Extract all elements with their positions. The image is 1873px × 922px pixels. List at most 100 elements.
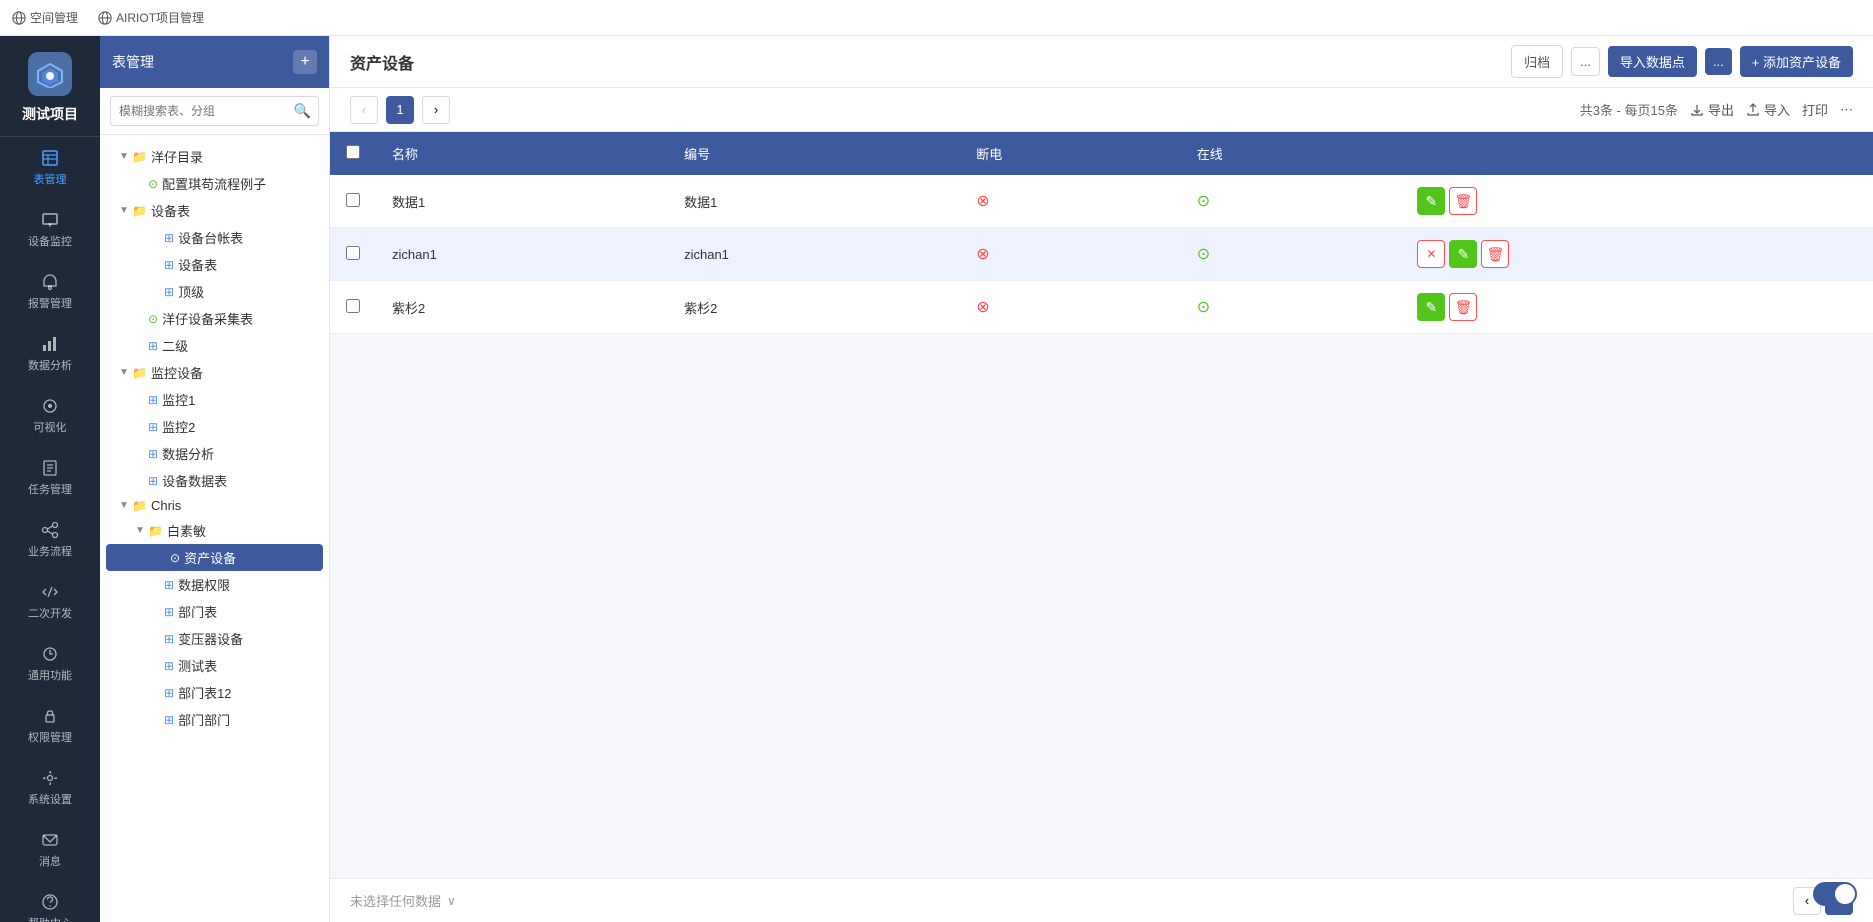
- space-management-label: 空间管理: [30, 9, 78, 26]
- power-off-icon: ⊗: [976, 191, 989, 211]
- left-nav: 测试项目 表管理 设备监控 报警管: [0, 36, 100, 922]
- nav-item-data-analysis[interactable]: 数据分析: [0, 323, 100, 385]
- nav-item-visual[interactable]: 可视化: [0, 385, 100, 447]
- delete-button[interactable]: 🗑: [1481, 240, 1509, 268]
- edit-button[interactable]: ✎: [1449, 240, 1477, 268]
- nav-item-alarm[interactable]: 报警管理: [0, 261, 100, 323]
- tree-item-monitor2[interactable]: ⊞ 监控2: [100, 413, 329, 440]
- nav-item-dev2[interactable]: 二次开发: [0, 571, 100, 633]
- toolbar-right: 共3条 - 每页15条 导出 导入: [1580, 100, 1853, 119]
- nav-item-task[interactable]: 任务管理: [0, 447, 100, 509]
- tree-label: 变压器设备: [178, 629, 321, 648]
- print-button[interactable]: 打印: [1802, 100, 1828, 119]
- nav-permissions-label: 权限管理: [28, 729, 72, 745]
- tree-item-dept-table12[interactable]: ⊞ 部门表12: [100, 679, 329, 706]
- add-asset-button[interactable]: + 添加资产设备: [1740, 46, 1853, 77]
- export-button[interactable]: 导出: [1690, 100, 1734, 119]
- tree-item-test-table[interactable]: ⊞ 测试表: [100, 652, 329, 679]
- tree-toggle[interactable]: ▼: [116, 367, 132, 378]
- system-nav-icon: [41, 769, 59, 787]
- sidebar-search-input[interactable]: [110, 96, 319, 126]
- delete-button[interactable]: 🗑: [1449, 187, 1477, 215]
- nav-item-general[interactable]: 通用功能: [0, 633, 100, 695]
- archive-button[interactable]: 归档: [1511, 45, 1563, 78]
- nav-item-help[interactable]: 帮助中心: [0, 881, 100, 922]
- delete-button[interactable]: 🗑: [1449, 293, 1477, 321]
- project-name: 测试项目: [22, 104, 78, 124]
- prev-page-button[interactable]: ‹: [350, 96, 378, 124]
- tree-item-baisumi[interactable]: ▼ 📁 白素敏: [100, 517, 329, 544]
- select-all-checkbox[interactable]: [346, 145, 360, 159]
- tree-item-monitor-devices[interactable]: ▼ 📁 监控设备: [100, 359, 329, 386]
- tree-item-yangzai-collect[interactable]: ⊙ 洋仔设备采集表: [100, 305, 329, 332]
- tree-item-config-example[interactable]: ⊙ 配置琪苟流程例子: [100, 170, 329, 197]
- tree-label: 白素敏: [167, 521, 321, 540]
- col-header-name: 名称: [376, 132, 668, 175]
- row-checkbox-cell[interactable]: [330, 281, 376, 334]
- tree-toggle[interactable]: ▼: [116, 151, 132, 162]
- table-row: zichan1 zichan1 ⊗ ⊙ ✕ ✎ 🗑: [330, 228, 1873, 281]
- row-actions: ✎ 🗑: [1401, 175, 1873, 228]
- tree-item-asset-device[interactable]: ⊙ 资产设备: [106, 544, 323, 571]
- import-button[interactable]: 导入: [1746, 100, 1790, 119]
- edit-button[interactable]: ✎: [1417, 187, 1445, 215]
- content-toolbar: ‹ 1 › 共3条 - 每页15条 导出: [330, 88, 1873, 132]
- table-wrap: 名称 编号 断电 在线 数据1 数据1: [330, 132, 1873, 878]
- action-buttons: ✎ 🗑: [1417, 187, 1857, 215]
- row-checkbox[interactable]: [346, 193, 360, 207]
- table-icon: ⊞: [148, 393, 158, 407]
- row-checkbox[interactable]: [346, 246, 360, 260]
- alarm-nav-icon: [41, 273, 59, 291]
- space-management-link[interactable]: 空间管理: [12, 9, 78, 26]
- tree-item-device-account[interactable]: ⊞ 设备台帐表: [100, 224, 329, 251]
- edit-button[interactable]: ✎: [1417, 293, 1445, 321]
- archive-more-button[interactable]: ...: [1571, 47, 1600, 76]
- tree-label: 设备表: [178, 255, 321, 274]
- tree-item-transformer-device[interactable]: ⊞ 变压器设备: [100, 625, 329, 652]
- cancel-button[interactable]: ✕: [1417, 240, 1445, 268]
- tree-item-device-tables[interactable]: ▼ 📁 设备表: [100, 197, 329, 224]
- nav-item-message[interactable]: 消息: [0, 819, 100, 881]
- current-page-button[interactable]: 1: [386, 96, 414, 124]
- import-more-button[interactable]: ...: [1705, 48, 1732, 75]
- tree-toggle[interactable]: ▼: [116, 500, 132, 511]
- nav-item-system[interactable]: 系统设置: [0, 757, 100, 819]
- tree-label: 监控设备: [151, 363, 321, 382]
- nav-item-workflow[interactable]: 业务流程: [0, 509, 100, 571]
- tree-item-dept-dept[interactable]: ⊞ 部门部门: [100, 706, 329, 733]
- bottom-select[interactable]: 未选择任何数据 ∨: [350, 891, 456, 910]
- tree-item-device-data-table[interactable]: ⊞ 设备数据表: [100, 467, 329, 494]
- tree-item-yangzai[interactable]: ▼ 📁 洋仔目录: [100, 143, 329, 170]
- row-checkbox[interactable]: [346, 299, 360, 313]
- table-row: 数据1 数据1 ⊗ ⊙ ✎ 🗑: [330, 175, 1873, 228]
- tree-label: 洋仔设备采集表: [162, 309, 321, 328]
- tree-item-data-permissions[interactable]: ⊞ 数据权限: [100, 571, 329, 598]
- tree-item-data-analysis-table[interactable]: ⊞ 数据分析: [100, 440, 329, 467]
- tree-item-device-table[interactable]: ⊞ 设备表: [100, 251, 329, 278]
- table-icon: ⊞: [164, 285, 174, 299]
- airiot-management-link[interactable]: AIRIOT项目管理: [98, 9, 204, 26]
- table-header-checkbox[interactable]: [330, 132, 376, 175]
- nav-item-permissions[interactable]: 权限管理: [0, 695, 100, 757]
- row-checkbox-cell[interactable]: [330, 175, 376, 228]
- col-header-power-off: 断电: [960, 132, 1181, 175]
- row-checkbox-cell[interactable]: [330, 228, 376, 281]
- tree-item-toplevel[interactable]: ⊞ 顶级: [100, 278, 329, 305]
- tree-item-department-table[interactable]: ⊞ 部门表: [100, 598, 329, 625]
- select-placeholder: 未选择任何数据: [350, 891, 441, 910]
- tree-item-chris[interactable]: ▼ 📁 Chris: [100, 494, 329, 517]
- tree-toggle[interactable]: ▼: [132, 525, 148, 536]
- nav-logo: 测试项目: [0, 36, 100, 137]
- more-toolbar-button[interactable]: ⋯: [1840, 102, 1853, 118]
- workflow-nav-icon: [41, 521, 59, 539]
- sidebar-add-button[interactable]: +: [293, 50, 317, 74]
- next-page-button[interactable]: ›: [422, 96, 450, 124]
- tree-toggle[interactable]: ▼: [116, 205, 132, 216]
- nav-item-device-monitor[interactable]: 设备监控: [0, 199, 100, 261]
- tree-item-second-level[interactable]: ⊞ 二级: [100, 332, 329, 359]
- tree-item-monitor1[interactable]: ⊞ 监控1: [100, 386, 329, 413]
- nav-item-table[interactable]: 表管理: [0, 137, 100, 199]
- toggle-switch[interactable]: [1813, 882, 1857, 906]
- import-datapoint-button[interactable]: 导入数据点: [1608, 46, 1697, 77]
- tree-label: 监控2: [162, 417, 321, 436]
